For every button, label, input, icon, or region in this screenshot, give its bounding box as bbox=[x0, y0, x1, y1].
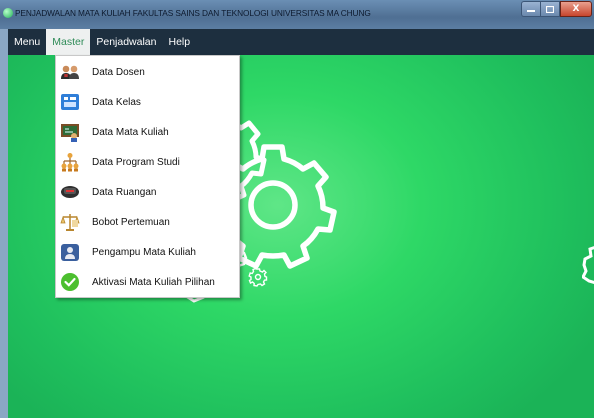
menu-item-aktivasi-mata-kuliah-pilihan[interactable]: Aktivasi Mata Kuliah Pilihan bbox=[56, 267, 239, 297]
window-title: PENJADWALAN MATA KULIAH FAKULTAS SAINS D… bbox=[15, 8, 371, 18]
menu-item-data-mata-kuliah[interactable]: Data Mata Kuliah bbox=[56, 117, 239, 147]
check-circle-icon bbox=[61, 273, 79, 291]
menu-item-data-ruangan[interactable]: Data Ruangan bbox=[56, 177, 239, 207]
minimize-icon bbox=[527, 10, 535, 12]
minimize-button[interactable] bbox=[521, 1, 540, 17]
small-gear-graphic bbox=[248, 267, 268, 287]
menu-bar: Menu Master Penjadwalan Help bbox=[8, 29, 594, 55]
menu-item-pengampu-mata-kuliah[interactable]: Pengampu Mata Kuliah bbox=[56, 237, 239, 267]
menu-label: Data Dosen bbox=[92, 66, 145, 78]
people-icon bbox=[61, 65, 79, 79]
org-chart-icon bbox=[61, 153, 79, 172]
app-window: PENJADWALAN MATA KULIAH FAKULTAS SAINS D… bbox=[0, 0, 594, 418]
teacher-icon bbox=[61, 244, 79, 261]
menu-label: Pengampu Mata Kuliah bbox=[92, 246, 196, 258]
title-bar[interactable]: PENJADWALAN MATA KULIAH FAKULTAS SAINS D… bbox=[0, 0, 594, 29]
scale-icon bbox=[60, 214, 80, 231]
menu-label: Data Kelas bbox=[92, 96, 141, 108]
chalkboard-icon bbox=[61, 124, 79, 142]
menu-item-bobot-pertemuan[interactable]: Bobot Pertemuan bbox=[56, 207, 239, 237]
maximize-icon bbox=[546, 5, 554, 13]
menu-label: Data Ruangan bbox=[92, 186, 157, 198]
menu-item-data-program-studi[interactable]: Data Program Studi bbox=[56, 147, 239, 177]
app-icon bbox=[3, 8, 13, 18]
edge-gear-graphic bbox=[582, 246, 594, 284]
menu-item-penjadwalan[interactable]: Penjadwalan bbox=[90, 29, 162, 55]
menu-label: Aktivasi Mata Kuliah Pilihan bbox=[92, 276, 215, 288]
window-controls: X bbox=[521, 1, 592, 17]
menu-label: Data Mata Kuliah bbox=[92, 126, 169, 138]
window-frame bbox=[0, 29, 8, 418]
menu-item-menu[interactable]: Menu bbox=[8, 29, 46, 55]
menu-item-help[interactable]: Help bbox=[163, 29, 197, 55]
maximize-button[interactable] bbox=[540, 1, 560, 17]
close-icon: X bbox=[572, 4, 580, 14]
class-board-icon bbox=[61, 94, 79, 110]
menu-item-data-dosen[interactable]: Data Dosen bbox=[56, 57, 239, 87]
room-icon bbox=[61, 186, 79, 198]
menu-label: Data Program Studi bbox=[92, 156, 180, 168]
close-button[interactable]: X bbox=[560, 1, 592, 17]
menu-label: Bobot Pertemuan bbox=[92, 216, 170, 228]
menu-item-master[interactable]: Master bbox=[46, 29, 91, 55]
menu-item-data-kelas[interactable]: Data Kelas bbox=[56, 87, 239, 117]
master-dropdown-menu: Data Dosen Data Kelas Data Mata Kuliah D… bbox=[55, 55, 240, 298]
